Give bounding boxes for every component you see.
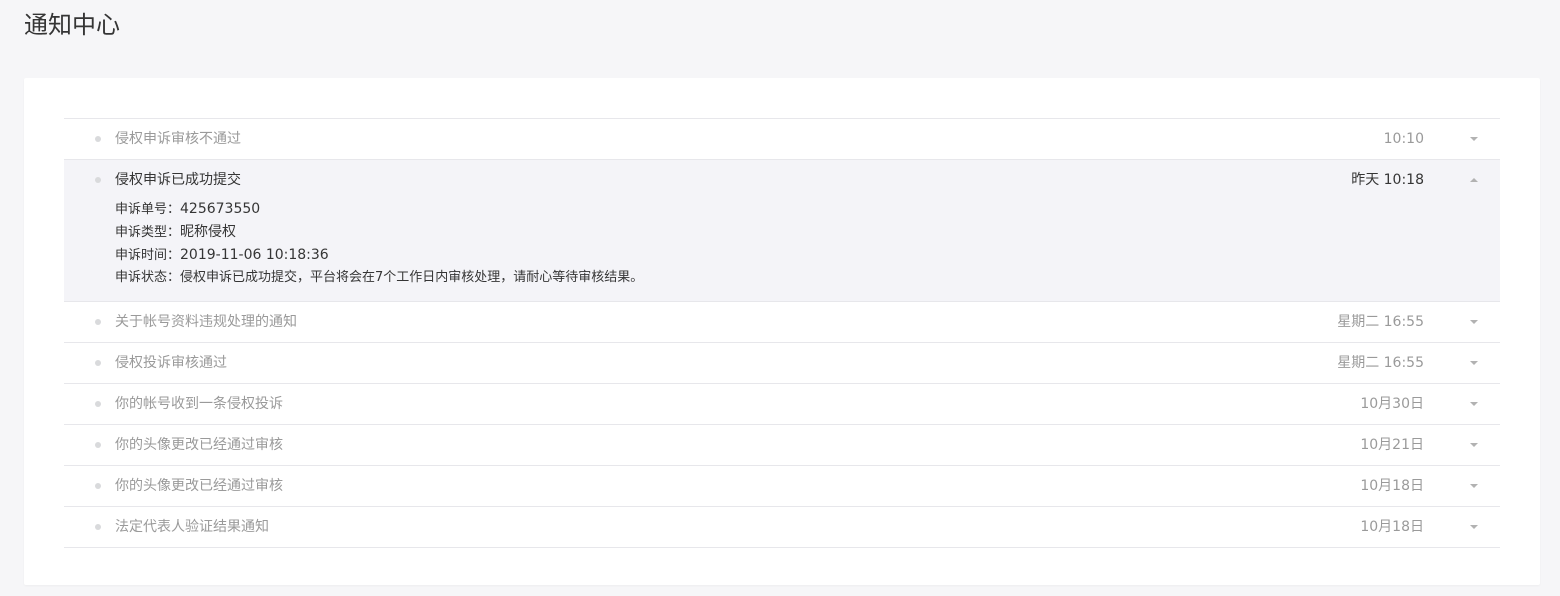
notification-title: 侵权申诉审核不通过 (115, 131, 241, 147)
detail-row-appeal-type: 申诉类型：昵称侵权 (115, 221, 1500, 244)
dot-icon (95, 177, 101, 183)
notification-header[interactable]: 法定代表人验证结果通知 10月18日 (64, 507, 1500, 547)
dot-icon (95, 401, 101, 407)
notification-title: 关于帐号资料违规处理的通知 (115, 314, 297, 330)
detail-value: 425673550 (180, 201, 261, 217)
caret-down-icon[interactable] (1470, 443, 1478, 447)
detail-value: 昵称侵权 (180, 224, 237, 240)
notification-title: 你的头像更改已经通过审核 (115, 437, 283, 453)
notification-item[interactable]: 侵权申诉审核不通过 10:10 (64, 119, 1500, 160)
notification-detail: 申诉单号：425673550 申诉类型：昵称侵权 申诉时间：2019-11-06… (64, 198, 1500, 301)
notification-item-expanded[interactable]: 侵权申诉已成功提交 昨天 10:18 申诉单号：425673550 申诉类型：昵… (64, 160, 1500, 302)
notification-header[interactable]: 侵权投诉审核通过 星期二 16:55 (64, 343, 1500, 383)
notification-header[interactable]: 你的头像更改已经通过审核 10月18日 (64, 466, 1500, 506)
detail-row-appeal-id: 申诉单号：425673550 (115, 198, 1500, 221)
page-title: 通知中心 (24, 11, 120, 39)
caret-down-icon[interactable] (1470, 320, 1478, 324)
dot-icon (95, 319, 101, 325)
notification-item[interactable]: 你的头像更改已经通过审核 10月18日 (64, 466, 1500, 507)
notification-time: 昨天 10:18 (1351, 172, 1424, 188)
notification-item[interactable]: 法定代表人验证结果通知 10月18日 (64, 507, 1500, 548)
notification-time: 星期二 16:55 (1337, 355, 1424, 371)
notification-header[interactable]: 你的帐号收到一条侵权投诉 10月30日 (64, 384, 1500, 424)
caret-up-icon[interactable] (1470, 178, 1478, 182)
notification-time: 10月18日 (1360, 519, 1424, 535)
dot-icon (95, 483, 101, 489)
notification-header[interactable]: 关于帐号资料违规处理的通知 星期二 16:55 (64, 302, 1500, 342)
notification-item[interactable]: 你的帐号收到一条侵权投诉 10月30日 (64, 384, 1500, 425)
notification-item[interactable]: 侵权投诉审核通过 星期二 16:55 (64, 343, 1500, 384)
detail-value: 侵权申诉已成功提交，平台将会在7个工作日内审核处理，请耐心等待审核结果。 (180, 270, 644, 285)
caret-down-icon[interactable] (1470, 137, 1478, 141)
notification-title: 法定代表人验证结果通知 (115, 519, 269, 535)
notification-list: 侵权申诉审核不通过 10:10 侵权申诉已成功提交 昨天 10:18 申诉单号：… (64, 118, 1500, 548)
notification-time: 10:10 (1383, 131, 1424, 147)
detail-label: 申诉单号： (115, 202, 181, 217)
detail-row-appeal-status: 申诉状态：侵权申诉已成功提交，平台将会在7个工作日内审核处理，请耐心等待审核结果… (115, 267, 1500, 289)
notification-time: 10月18日 (1360, 478, 1424, 494)
notification-header[interactable]: 侵权申诉已成功提交 昨天 10:18 (64, 160, 1500, 200)
detail-label: 申诉类型： (115, 225, 181, 240)
notification-header[interactable]: 侵权申诉审核不通过 10:10 (64, 119, 1500, 159)
notification-item[interactable]: 关于帐号资料违规处理的通知 星期二 16:55 (64, 302, 1500, 343)
caret-down-icon[interactable] (1470, 525, 1478, 529)
detail-row-appeal-time: 申诉时间：2019-11-06 10:18:36 (115, 244, 1500, 267)
detail-label: 申诉时间： (115, 248, 181, 263)
dot-icon (95, 524, 101, 530)
notification-header[interactable]: 你的头像更改已经通过审核 10月21日 (64, 425, 1500, 465)
dot-icon (95, 136, 101, 142)
notification-title: 侵权申诉已成功提交 (115, 172, 241, 188)
detail-value: 2019-11-06 10:18:36 (180, 247, 329, 263)
dot-icon (95, 360, 101, 366)
caret-down-icon[interactable] (1470, 361, 1478, 365)
notification-card: 侵权申诉审核不通过 10:10 侵权申诉已成功提交 昨天 10:18 申诉单号：… (24, 78, 1540, 585)
notification-time: 10月30日 (1360, 396, 1424, 412)
caret-down-icon[interactable] (1470, 484, 1478, 488)
caret-down-icon[interactable] (1470, 402, 1478, 406)
notification-title: 你的头像更改已经通过审核 (115, 478, 283, 494)
notification-time: 10月21日 (1360, 437, 1424, 453)
notification-title: 你的帐号收到一条侵权投诉 (115, 396, 283, 412)
detail-label: 申诉状态： (115, 270, 181, 285)
dot-icon (95, 442, 101, 448)
notification-item[interactable]: 你的头像更改已经通过审核 10月21日 (64, 425, 1500, 466)
notification-time: 星期二 16:55 (1337, 314, 1424, 330)
notification-title: 侵权投诉审核通过 (115, 355, 227, 371)
